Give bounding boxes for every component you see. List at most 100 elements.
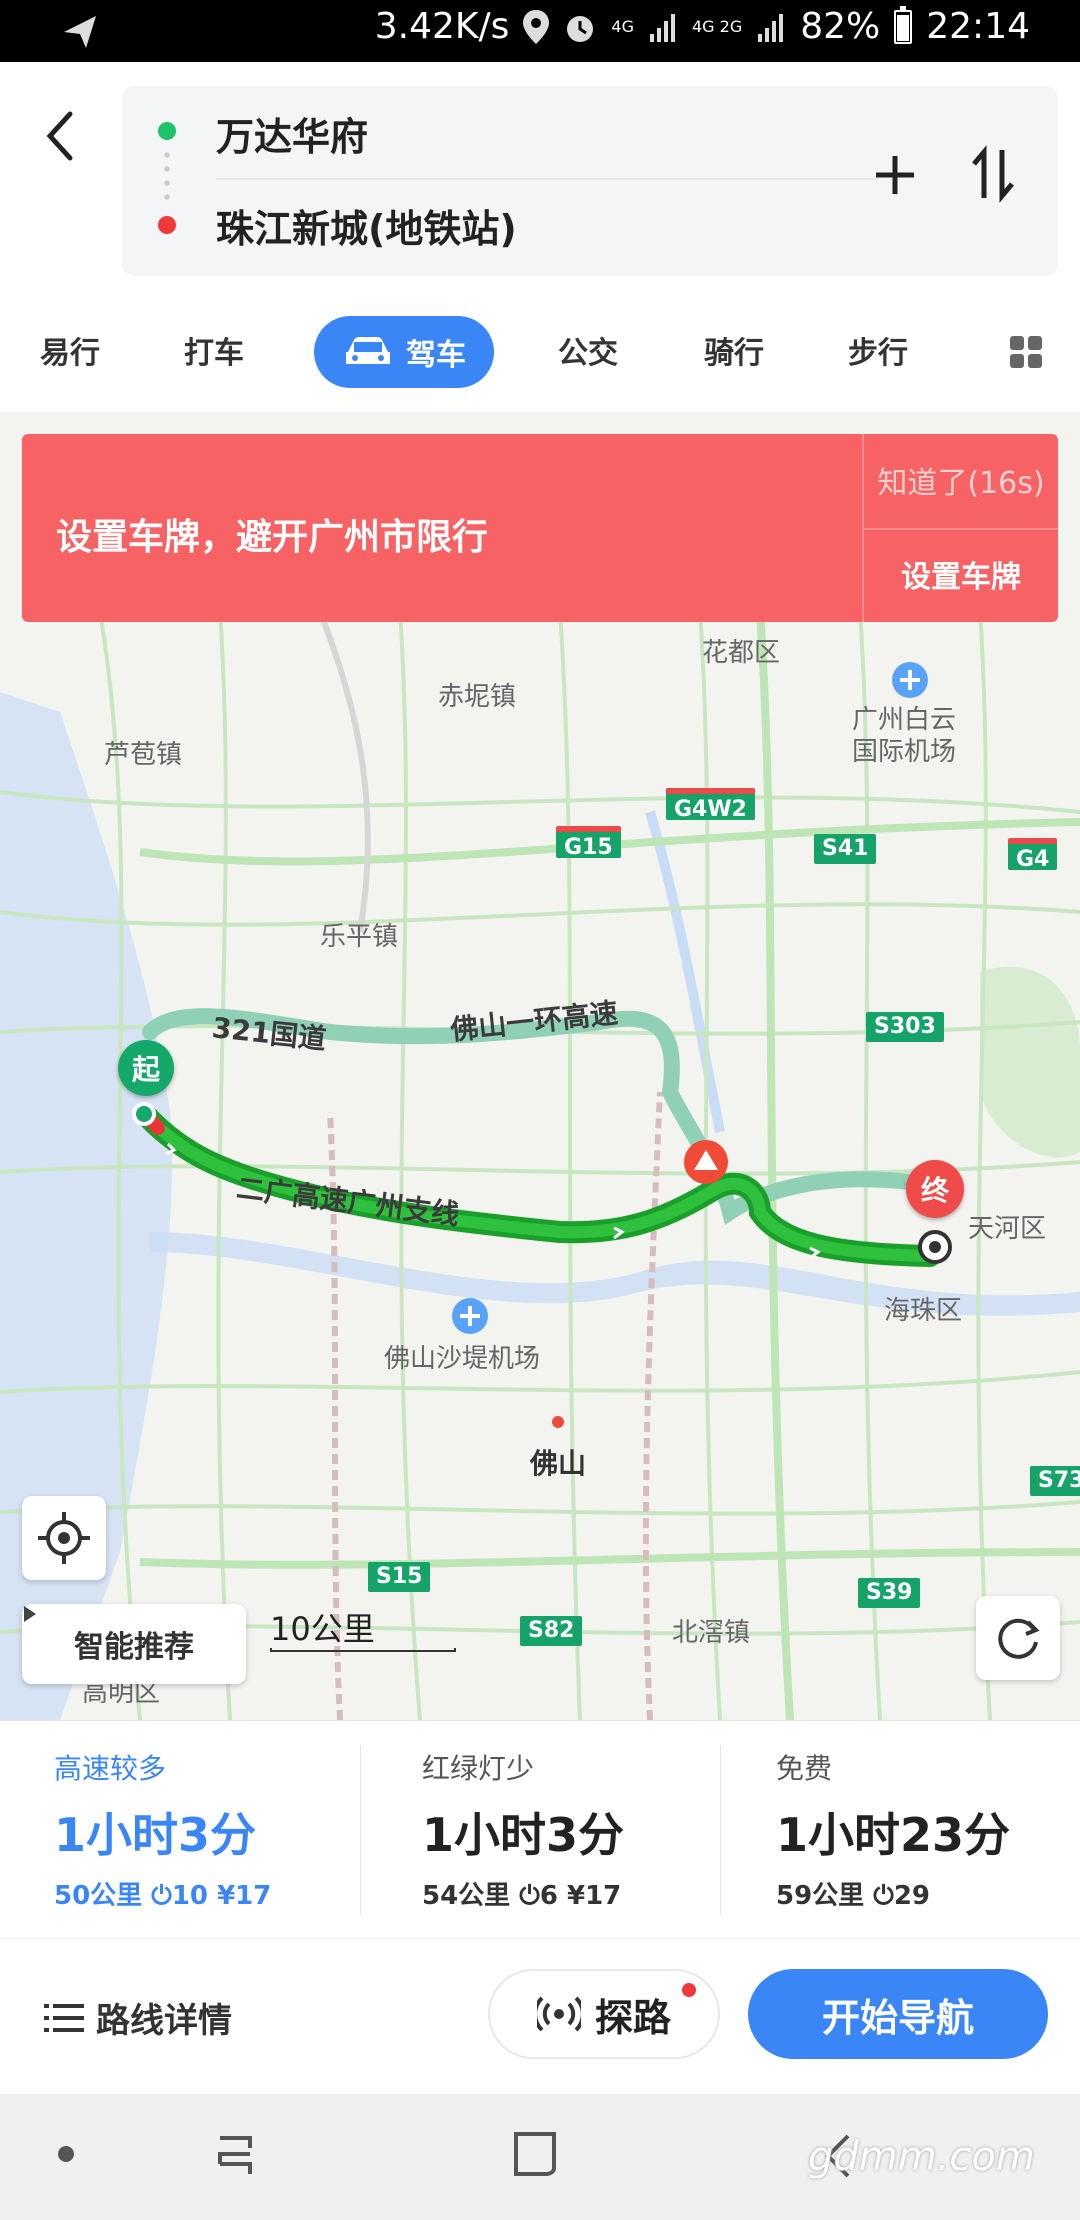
divider: [216, 178, 878, 180]
end-point: [918, 1230, 952, 1264]
transport-mode-tabs: 易行 打车 驾车 公交 骑行 步行: [0, 302, 1080, 402]
smart-recommend-label: 智能推荐: [74, 1630, 194, 1665]
route-meta: 50公里 ⏻10 ¥17: [54, 1875, 271, 1912]
route-details-button[interactable]: 路线详情: [44, 1993, 232, 2042]
road-shield-s82: S82: [520, 1616, 583, 1646]
road-shield-s73: S73: [1030, 1466, 1080, 1496]
tab-bus[interactable]: 公交: [558, 328, 618, 372]
start-marker: 起: [118, 1040, 174, 1096]
destination-field[interactable]: 珠江新城(地铁站): [216, 198, 517, 253]
home-icon[interactable]: [510, 2128, 560, 2180]
add-waypoint-icon[interactable]: [870, 150, 920, 200]
battery-percent: 82%: [800, 6, 881, 47]
route-meta: 54公里 ⏻6 ¥17: [422, 1875, 621, 1912]
back-arrow-icon[interactable]: [40, 106, 80, 166]
recent-apps-icon[interactable]: [210, 2134, 260, 2178]
route-tag: 免费: [776, 1752, 833, 1785]
battery-icon: [894, 5, 913, 44]
route-tag: 红绿灯少: [422, 1752, 535, 1785]
route-meta: 59公里 ⏻29: [776, 1875, 930, 1912]
explore-route-button[interactable]: 探路: [488, 1969, 720, 2059]
origin-dot: [158, 122, 176, 140]
dismiss-banner-button[interactable]: 知道了(16s): [864, 458, 1058, 502]
send-icon: [64, 16, 96, 48]
route-tag: 高速较多: [54, 1752, 167, 1785]
nav-dot-icon[interactable]: [58, 2146, 74, 2162]
route-details-label: 路线详情: [96, 2001, 232, 2041]
route-option-1[interactable]: 高速较多 1小时3分 50公里 ⏻10 ¥17: [0, 1721, 360, 1939]
connector-dots: [164, 148, 170, 208]
map-view[interactable]: 设置车牌，避开广州市限行 知道了(16s) 设置车牌 花都区 赤坭镇 广州白云 …: [0, 412, 1080, 1720]
start-point: [132, 1102, 156, 1126]
locate-icon: [38, 1512, 90, 1564]
tab-drive[interactable]: 驾车: [314, 316, 494, 388]
place-haizhu: 海珠区: [884, 1296, 963, 1326]
map-scale-label: 10公里: [270, 1610, 375, 1648]
tab-drive-label: 驾车: [406, 338, 466, 373]
list-icon: [44, 2003, 84, 2032]
locate-button[interactable]: [22, 1496, 106, 1580]
place-huadu: 花都区: [702, 638, 781, 668]
route-toll: ¥17: [217, 1881, 272, 1911]
more-modes-icon[interactable]: [1010, 336, 1044, 370]
route-lights: 6: [539, 1881, 558, 1911]
road-shield-s41: S41: [814, 834, 877, 864]
map-scale-bar: [270, 1648, 456, 1652]
refresh-icon: [998, 1618, 1040, 1659]
swap-icon[interactable]: [968, 144, 1018, 204]
route-distance: 50公里: [54, 1881, 143, 1911]
route-options: 高速较多 1小时3分 50公里 ⏻10 ¥17 红绿灯少 1小时3分 54公里 …: [0, 1720, 1080, 1938]
broadcast-icon: [536, 1996, 581, 2032]
place-leping: 乐平镇: [320, 922, 399, 952]
explore-label: 探路: [594, 1995, 671, 2040]
route-option-3[interactable]: 免费 1小时23分 59公里 ⏻29: [722, 1721, 1080, 1939]
network-speed: 3.42K/s: [374, 6, 510, 47]
place-beijiao: 北滘镇: [672, 1618, 751, 1648]
location-icon: [523, 9, 550, 44]
route-lights: 29: [893, 1881, 931, 1911]
route-distance: 59公里: [776, 1881, 865, 1911]
tab-easy[interactable]: 易行: [40, 328, 100, 372]
traffic-light-icon: ⏻: [519, 1881, 540, 1911]
end-marker: 终: [906, 1160, 964, 1218]
play-arrow-icon: [24, 1606, 36, 1622]
route-input-card: 万达华府 珠江新城(地铁站): [122, 86, 1058, 276]
plate-restriction-banner: 设置车牌，避开广州市限行 知道了(16s) 设置车牌: [22, 434, 1058, 622]
smart-recommend-button[interactable]: 智能推荐: [22, 1604, 246, 1684]
place-baiyun-airport: 广州白云 国际机场: [852, 705, 957, 767]
origin-field[interactable]: 万达华府: [216, 106, 368, 161]
route-duration: 1小时3分: [54, 1808, 257, 1862]
tab-walk[interactable]: 步行: [848, 328, 908, 372]
tab-taxi[interactable]: 打车: [184, 328, 244, 372]
notification-dot: [682, 1983, 696, 1997]
route-toll: ¥17: [566, 1881, 622, 1911]
signal-icon-2: [758, 13, 784, 42]
route-option-2[interactable]: 红绿灯少 1小时3分 54公里 ⏻6 ¥17: [368, 1721, 728, 1939]
set-plate-button[interactable]: 设置车牌: [864, 552, 1058, 596]
network-type-2: 4G 2G: [691, 16, 743, 36]
place-lutao: 芦苞镇: [104, 740, 183, 770]
system-navigation-bar: gdmm.com: [0, 2094, 1080, 2220]
alarm-icon: [567, 15, 594, 42]
bottom-action-bar: 路线详情 探路 开始导航: [0, 1938, 1080, 2094]
status-bar: 3.42K/s 4G 4G 2G 82% 22:14: [0, 0, 1080, 62]
refresh-button[interactable]: [976, 1596, 1060, 1680]
banner-message: 设置车牌，避开广州市限行: [56, 517, 489, 558]
place-chini: 赤坭镇: [438, 682, 517, 712]
route-duration: 1小时23分: [776, 1808, 1011, 1862]
network-type-1: 4G: [611, 16, 634, 36]
road-shield-s15: S15: [368, 1562, 431, 1592]
place-tianhe: 天河区: [968, 1214, 1047, 1244]
road-shield-g4w2: G4W2: [666, 788, 755, 822]
tab-bike[interactable]: 骑行: [704, 328, 764, 372]
road-shield-g15: G15: [556, 826, 621, 860]
end-marker-label: 终: [920, 1174, 949, 1207]
clock: 22:14: [926, 6, 1030, 47]
destination-dot: [158, 216, 176, 234]
watermark: gdmm.com: [808, 2134, 1035, 2180]
start-navigation-button[interactable]: 开始导航: [748, 1969, 1048, 2059]
route-header: 万达华府 珠江新城(地铁站): [0, 62, 1080, 292]
road-shield-g4: G4: [1008, 838, 1058, 872]
route-duration: 1小时3分: [422, 1808, 625, 1862]
traffic-light-icon: ⏻: [873, 1881, 894, 1911]
